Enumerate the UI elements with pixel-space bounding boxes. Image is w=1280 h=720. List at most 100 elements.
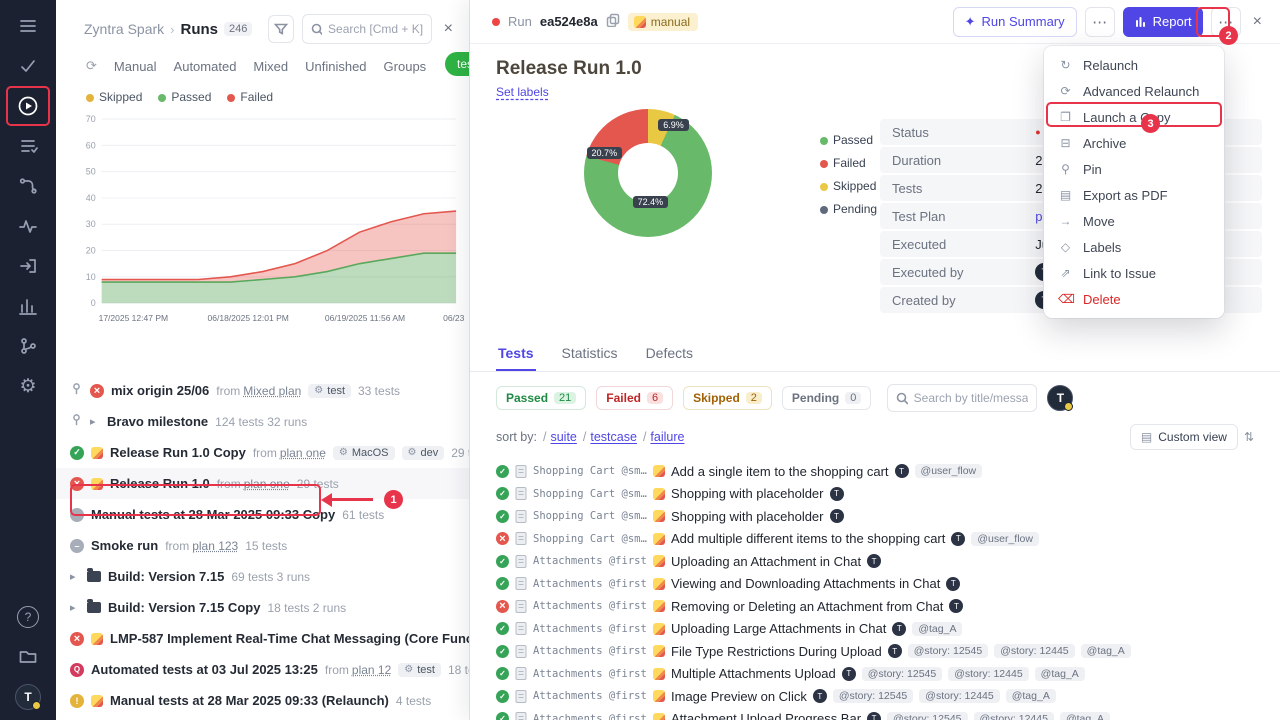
test-title[interactable]: Attachment Upload Progress Bar xyxy=(671,711,861,720)
breadcrumb-section[interactable]: Runs xyxy=(180,21,218,38)
run-title[interactable]: Manual tests at 28 Mar 2025 09:33 (Relau… xyxy=(110,693,389,708)
results-search-input[interactable] xyxy=(914,391,1029,405)
folder-rail-icon[interactable] xyxy=(16,644,40,668)
test-title[interactable]: Shopping with placeholder xyxy=(671,509,824,524)
run-plan-link[interactable]: Mixed plan xyxy=(243,384,301,398)
branch-icon[interactable] xyxy=(16,334,40,358)
test-result-row[interactable]: Attachments @first Removing or Deleting … xyxy=(470,595,1280,618)
run-title[interactable]: Bravo milestone xyxy=(107,414,208,429)
copy-icon[interactable] xyxy=(606,13,620,30)
analytics-icon[interactable] xyxy=(16,294,40,318)
menu-item[interactable]: ▤ Export as PDF xyxy=(1044,182,1224,208)
runs-tab[interactable]: Groups xyxy=(384,59,427,74)
run-title[interactable]: LMP-587 Implement Real-Time Chat Messagi… xyxy=(110,631,469,646)
run-title[interactable]: Build: Version 7.15 Copy xyxy=(108,600,260,615)
sort-toggle-icon[interactable]: ⇅ xyxy=(1244,430,1254,444)
run-actions-kebab-button[interactable]: ⋯ xyxy=(1211,7,1241,37)
run-list-item[interactable]: LMP-587 Implement Real-Time Chat Messagi… xyxy=(56,623,469,654)
menu-item[interactable]: ❐ Launch a Copy xyxy=(1044,104,1224,130)
status-filter-pill[interactable]: Pending0 xyxy=(782,386,871,410)
test-result-row[interactable]: Attachments @first Multiple Attachments … xyxy=(470,663,1280,686)
test-title[interactable]: Shopping with placeholder xyxy=(671,486,824,501)
runs-tab[interactable]: Automated xyxy=(174,59,237,74)
test-result-row[interactable]: Shopping Cart @sm… Shopping with placeho… xyxy=(470,505,1280,528)
user-avatar[interactable]: T xyxy=(15,684,41,710)
projects-check-icon[interactable] xyxy=(16,54,40,78)
status-filter-pill[interactable]: Skipped2 xyxy=(683,386,772,410)
menu-item[interactable]: ⊟ Archive xyxy=(1044,130,1224,156)
test-title[interactable]: Multiple Attachments Upload xyxy=(671,666,836,681)
shared-steps-icon[interactable] xyxy=(16,254,40,278)
assignee-avatar[interactable]: T xyxy=(1047,385,1073,411)
run-title[interactable]: Smoke run xyxy=(91,538,158,553)
sort-option[interactable]: testcase xyxy=(583,430,637,444)
settings-gear-icon[interactable]: ⚙ xyxy=(16,374,40,398)
run-title[interactable]: Manual tests at 28 Mar 2025 09:33 Copy xyxy=(91,507,335,522)
run-plan-link[interactable]: plan one xyxy=(280,446,326,460)
test-title[interactable]: Add a single item to the shopping cart xyxy=(671,464,889,479)
run-title[interactable]: mix origin 25/06 xyxy=(111,383,209,398)
run-list-item[interactable]: ▸ Build: Version 7.15 Copy 18 tests 2 ru… xyxy=(56,592,469,623)
run-title[interactable]: Automated tests at 03 Jul 2025 13:25 xyxy=(91,662,318,677)
sort-option[interactable]: suite xyxy=(543,430,577,444)
refresh-icon[interactable]: ⟳ xyxy=(86,58,97,74)
hamburger-menu-icon[interactable] xyxy=(16,14,40,38)
create-run-button[interactable]: tes xyxy=(445,52,470,76)
runs-search-input[interactable] xyxy=(328,22,423,36)
status-filter-pill[interactable]: Failed6 xyxy=(596,386,673,410)
run-list-item[interactable]: Release Run 1.0 fromplan one 29 tests xyxy=(56,468,469,499)
test-title[interactable]: File Type Restrictions During Upload xyxy=(671,644,882,659)
help-icon[interactable]: ? xyxy=(17,606,39,628)
run-plan-link[interactable]: plan 12 xyxy=(352,663,391,677)
runs-tab[interactable]: Manual xyxy=(114,59,157,74)
runs-tab[interactable]: Unfinished xyxy=(305,59,366,74)
menu-item[interactable]: ⌫ Delete xyxy=(1044,286,1224,312)
test-title[interactable]: Uploading Large Attachments in Chat xyxy=(671,621,886,636)
runs-panel-close-icon[interactable]: × xyxy=(440,20,457,38)
run-list-item[interactable]: mix origin 25/06 fromMixed plan ⚙test 33… xyxy=(56,375,469,406)
menu-item[interactable]: ◇ Labels xyxy=(1044,234,1224,260)
test-title[interactable]: Uploading an Attachment in Chat xyxy=(671,554,861,569)
chevron-right-icon[interactable]: ▸ xyxy=(70,601,80,614)
run-list-item[interactable]: Release Run 1.0 Copy fromplan one ⚙MacOS… xyxy=(56,437,469,468)
set-labels-link[interactable]: Set labels xyxy=(496,85,549,99)
activity-icon[interactable] xyxy=(16,214,40,238)
runs-play-icon[interactable] xyxy=(16,94,40,118)
sort-option[interactable]: failure xyxy=(643,430,685,444)
run-list-item[interactable]: ▸ Bravo milestone 124 tests 32 runs xyxy=(56,406,469,437)
test-title[interactable]: Removing or Deleting an Attachment from … xyxy=(671,599,943,614)
menu-item[interactable]: ⚲ Pin xyxy=(1044,156,1224,182)
menu-item[interactable]: ↻ Relaunch xyxy=(1044,52,1224,78)
test-title[interactable]: Image Preview on Click xyxy=(671,689,807,704)
run-detail-tab[interactable]: Statistics xyxy=(560,335,620,371)
test-result-row[interactable]: Shopping Cart @sm… Add a single item to … xyxy=(470,460,1280,483)
run-title[interactable]: Build: Version 7.15 xyxy=(108,569,224,584)
run-list-item[interactable]: Manual tests at 28 Mar 2025 09:33 Copy 6… xyxy=(56,499,469,530)
menu-item[interactable]: ⇗ Link to Issue xyxy=(1044,260,1224,286)
chevron-right-icon[interactable]: ▸ xyxy=(90,415,100,428)
breadcrumb-project[interactable]: Zyntra Spark xyxy=(84,21,164,37)
test-result-row[interactable]: Attachments @first File Type Restriction… xyxy=(470,640,1280,663)
test-result-row[interactable]: Attachments @first Attachment Upload Pro… xyxy=(470,708,1280,720)
summary-more-button[interactable]: ⋯ xyxy=(1085,7,1115,37)
test-result-row[interactable]: Attachments @first Viewing and Downloadi… xyxy=(470,573,1280,596)
test-result-row[interactable]: Shopping Cart @sm… Shopping with placeho… xyxy=(470,483,1280,506)
test-result-row[interactable]: Shopping Cart @sm… Add multiple differen… xyxy=(470,528,1280,551)
test-title[interactable]: Viewing and Downloading Attachments in C… xyxy=(671,576,940,591)
test-result-row[interactable]: Attachments @first Image Preview on Clic… xyxy=(470,685,1280,708)
run-summary-button[interactable]: ✦Run Summary xyxy=(953,7,1077,37)
run-list-item[interactable]: Manual tests at 28 Mar 2025 09:33 (Relau… xyxy=(56,685,469,716)
custom-view-button[interactable]: ▤Custom view xyxy=(1130,424,1238,450)
runs-tab[interactable]: Mixed xyxy=(253,59,288,74)
flows-icon[interactable] xyxy=(16,174,40,198)
test-title[interactable]: Add multiple different items to the shop… xyxy=(671,531,945,546)
filter-button[interactable] xyxy=(268,15,294,43)
run-list-item[interactable]: Smoke run fromplan 123 15 tests xyxy=(56,530,469,561)
run-list-item[interactable]: ▸ Build: Version 7.15 69 tests 3 runs xyxy=(56,561,469,592)
run-title[interactable]: Release Run 1.0 xyxy=(110,476,210,491)
chevron-right-icon[interactable]: ▸ xyxy=(70,570,80,583)
report-button[interactable]: Report xyxy=(1123,7,1203,37)
test-result-row[interactable]: Attachments @first Uploading an Attachme… xyxy=(470,550,1280,573)
run-detail-tab[interactable]: Defects xyxy=(644,335,695,371)
test-cases-icon[interactable] xyxy=(16,134,40,158)
